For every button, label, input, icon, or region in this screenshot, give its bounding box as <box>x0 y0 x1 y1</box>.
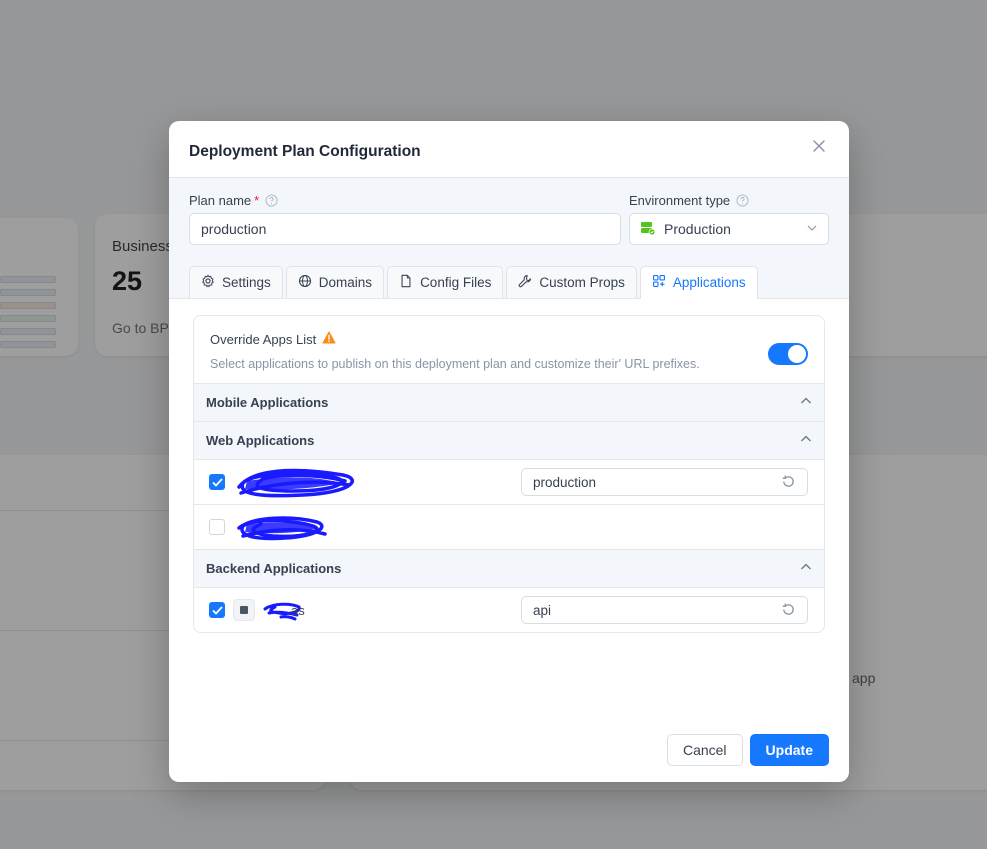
override-apps-row: Override Apps List Select applications t… <box>194 316 824 383</box>
plan-name-input[interactable] <box>189 213 621 245</box>
apps-icon <box>652 274 666 291</box>
url-prefix-input[interactable]: production <box>521 468 808 496</box>
override-apps-description: Select applications to publish on this d… <box>210 357 700 371</box>
tab-settings[interactable]: Settings <box>189 266 283 298</box>
question-circle-icon[interactable] <box>265 193 278 207</box>
chevron-up-icon <box>800 561 812 576</box>
app-name: as <box>233 599 521 621</box>
deployment-plan-modal: Deployment Plan Configuration Plan name … <box>169 121 849 782</box>
backend-app-row: as api <box>194 587 824 632</box>
tab-settings-label: Settings <box>222 275 271 290</box>
modal-footer: Cancel Update <box>666 734 829 766</box>
tab-custom-props[interactable]: Custom Props <box>506 266 637 298</box>
modal-header: Deployment Plan Configuration <box>169 121 849 178</box>
web-applications-header[interactable]: Web Applications <box>194 421 824 459</box>
redacted-app-name <box>237 468 355 498</box>
cancel-button[interactable]: Cancel <box>666 734 743 766</box>
backend-applications-header[interactable]: Backend Applications <box>194 549 824 587</box>
redacted-app-name <box>237 516 327 541</box>
applications-panel: Override Apps List Select applications t… <box>169 299 849 633</box>
wrench-icon <box>518 274 532 291</box>
question-circle-icon[interactable] <box>736 193 749 207</box>
environment-type-label: Environment type <box>629 192 731 208</box>
web-app-row: production <box>194 459 824 504</box>
app-name-suffix: as <box>291 602 305 618</box>
app-name <box>233 512 808 542</box>
file-icon <box>399 274 413 291</box>
environment-type-value: Production <box>664 221 731 237</box>
url-prefix-value: production <box>533 474 597 490</box>
override-apps-title: Override Apps List <box>210 331 317 347</box>
tab-config-files[interactable]: Config Files <box>387 266 504 298</box>
tab-custom-props-label: Custom Props <box>539 275 625 290</box>
warning-icon <box>322 331 336 347</box>
chevron-up-icon <box>800 395 812 410</box>
applications-box: Override Apps List Select applications t… <box>193 315 825 633</box>
app-checkbox[interactable] <box>209 474 225 490</box>
globe-icon <box>298 274 312 291</box>
app-checkbox[interactable] <box>209 519 225 535</box>
environment-type-select[interactable]: Production <box>629 213 829 245</box>
url-prefix-value: api <box>533 602 552 618</box>
server-status-icon <box>640 220 656 239</box>
chevron-down-icon <box>806 221 818 237</box>
app-name <box>233 465 521 499</box>
chevron-up-icon <box>800 433 812 448</box>
section-title: Mobile Applications <box>206 395 329 410</box>
section-title: Web Applications <box>206 433 315 448</box>
plan-settings-section: Plan name * Environment type <box>169 178 849 299</box>
app-checkbox[interactable] <box>209 602 225 618</box>
override-apps-toggle[interactable] <box>768 343 808 365</box>
close-icon[interactable] <box>809 136 829 156</box>
plan-name-label: Plan name <box>189 192 252 208</box>
gear-icon <box>201 274 215 291</box>
required-mark: * <box>254 192 260 208</box>
section-title: Backend Applications <box>206 561 342 576</box>
url-prefix-input[interactable]: api <box>521 596 808 624</box>
web-app-row <box>194 504 824 549</box>
tab-domains-label: Domains <box>318 275 373 290</box>
backend-app-icon <box>233 599 255 621</box>
tab-config-files-label: Config Files <box>420 275 492 290</box>
plan-name-field: Plan name * <box>189 192 621 245</box>
update-button[interactable]: Update <box>749 734 829 766</box>
reset-icon[interactable] <box>781 602 797 618</box>
tab-applications-label: Applications <box>672 275 746 290</box>
mobile-applications-header[interactable]: Mobile Applications <box>194 383 824 421</box>
tab-applications[interactable]: Applications <box>639 266 758 299</box>
environment-type-field: Environment type Production <box>629 192 829 245</box>
tab-domains[interactable]: Domains <box>285 266 385 298</box>
modal-title: Deployment Plan Configuration <box>189 143 421 160</box>
config-tabs: Settings Domains Config Files Custom Pro… <box>189 266 758 299</box>
reset-icon[interactable] <box>781 474 797 490</box>
